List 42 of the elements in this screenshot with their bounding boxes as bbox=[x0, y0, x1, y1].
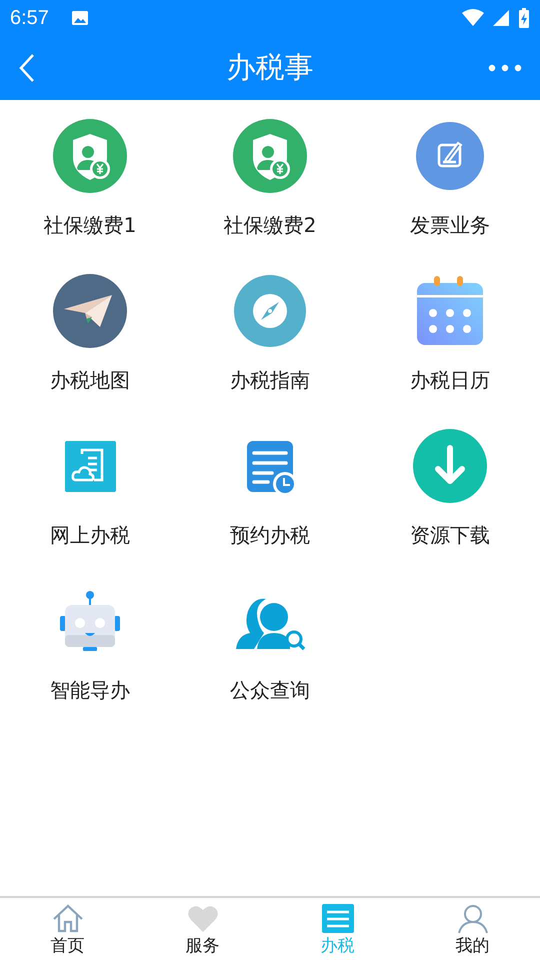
service-label: 智能导办 bbox=[50, 677, 130, 704]
service-label: 办税地图 bbox=[50, 367, 130, 394]
back-icon bbox=[18, 53, 36, 83]
nav-tab[interactable]: 首页 bbox=[0, 898, 135, 960]
service-label: 资源下载 bbox=[410, 522, 490, 549]
service-label: 办税指南 bbox=[230, 367, 310, 394]
nav-tab[interactable]: 服务 bbox=[135, 898, 270, 960]
service-item[interactable]: 办税指南 bbox=[180, 273, 360, 409]
page-title: 办税事 bbox=[226, 49, 314, 86]
shield-user-icon bbox=[232, 118, 308, 194]
paper-plane-icon bbox=[52, 273, 128, 349]
service-label: 办税日历 bbox=[410, 367, 490, 394]
service-label: 发票业务 bbox=[410, 212, 490, 239]
heart-icon bbox=[186, 903, 220, 935]
service-item[interactable]: 社保缴费2 bbox=[180, 118, 360, 254]
service-item[interactable]: 预约办税 bbox=[180, 428, 360, 564]
service-item[interactable]: 网上办税 bbox=[0, 428, 180, 564]
service-item[interactable]: 办税地图 bbox=[0, 273, 180, 409]
service-label: 社保缴费1 bbox=[44, 212, 136, 239]
status-time: 6:57 bbox=[10, 6, 49, 30]
image-icon bbox=[70, 9, 89, 27]
more-icon bbox=[488, 64, 522, 72]
download-icon bbox=[412, 428, 488, 504]
service-item[interactable]: 社保缴费1 bbox=[0, 118, 180, 254]
person-icon bbox=[456, 903, 490, 935]
service-label: 预约办税 bbox=[230, 522, 310, 549]
shield-user-icon bbox=[52, 118, 128, 194]
compass-icon bbox=[232, 273, 308, 349]
service-label: 公众查询 bbox=[230, 677, 310, 704]
service-label: 网上办税 bbox=[50, 522, 130, 549]
battery-icon bbox=[518, 8, 530, 28]
service-item[interactable]: 办税日历 bbox=[360, 273, 540, 409]
nav-tab[interactable]: 我的 bbox=[405, 898, 540, 960]
list-icon bbox=[320, 903, 354, 935]
home-icon bbox=[50, 903, 84, 935]
service-item[interactable]: 公众查询 bbox=[180, 583, 360, 719]
service-item[interactable]: 资源下载 bbox=[360, 428, 540, 564]
service-label: 社保缴费2 bbox=[224, 212, 316, 239]
signal-icon bbox=[492, 9, 510, 27]
service-item[interactable]: 发票业务 bbox=[360, 118, 540, 254]
wifi-icon bbox=[462, 9, 484, 27]
service-item[interactable]: 智能导办 bbox=[0, 583, 180, 719]
